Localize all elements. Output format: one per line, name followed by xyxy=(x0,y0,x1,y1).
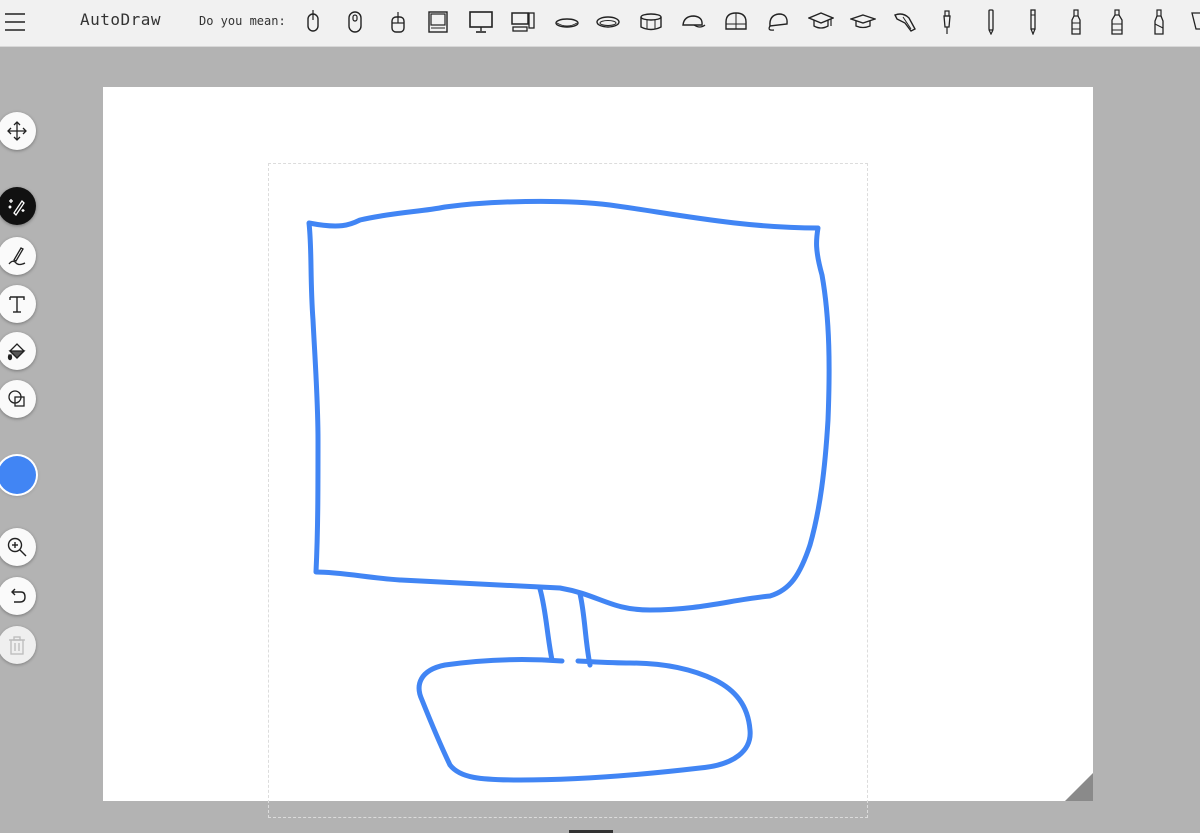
tool-undo[interactable] xyxy=(0,577,36,615)
tool-fill[interactable] xyxy=(0,332,36,370)
suggestion-bottle-icon[interactable] xyxy=(1059,6,1093,38)
zoom-in-icon xyxy=(7,537,27,557)
suggestion-computer-mouse-icon[interactable] xyxy=(296,6,330,38)
suggestion-hat-icon[interactable] xyxy=(634,6,668,38)
suggestions-label: Do you mean: xyxy=(199,14,286,28)
suggestion-pen-icon[interactable] xyxy=(974,6,1008,38)
trash-icon xyxy=(9,636,25,655)
suggestion-glass-icon[interactable] xyxy=(1184,6,1200,38)
suggestion-desktop-computer-icon[interactable] xyxy=(506,6,540,38)
text-icon xyxy=(9,296,25,313)
suggestion-baseball-cap-icon[interactable] xyxy=(719,6,753,38)
suggestion-pen-icon[interactable] xyxy=(1016,6,1050,38)
suggestion-computer-mouse-icon[interactable] xyxy=(338,6,372,38)
autodraw-icon xyxy=(8,199,25,217)
suggestion-bottle-icon[interactable] xyxy=(1142,6,1176,38)
pencil-icon xyxy=(8,247,26,266)
move-icon xyxy=(7,121,27,141)
canvas-resize-handle[interactable] xyxy=(1065,773,1093,801)
shape-icon xyxy=(8,390,25,407)
color-picker[interactable] xyxy=(0,456,36,494)
suggestion-graduation-cap-icon[interactable] xyxy=(846,6,880,38)
top-toolbar: AutoDraw Do you mean: xyxy=(0,0,1200,47)
suggestion-monitor-icon[interactable] xyxy=(464,6,498,38)
tool-type[interactable] xyxy=(0,285,36,323)
suggestion-cap-icon[interactable] xyxy=(676,6,710,38)
suggestion-laptop-icon[interactable] xyxy=(421,6,455,38)
suggestion-pen-icon[interactable] xyxy=(930,6,964,38)
fill-bucket-icon xyxy=(7,343,26,361)
selection-bounding-box xyxy=(268,163,868,818)
suggestion-hat-icon[interactable] xyxy=(550,6,584,38)
tool-shape[interactable] xyxy=(0,380,36,418)
suggestion-computer-mouse-icon[interactable] xyxy=(381,6,415,38)
suggestion-bottle-icon[interactable] xyxy=(1100,6,1134,38)
tool-autodraw[interactable] xyxy=(0,187,36,225)
suggestion-graduation-cap-icon[interactable] xyxy=(804,6,838,38)
suggestion-hand-icon[interactable] xyxy=(889,6,923,38)
suggestion-hat-icon[interactable] xyxy=(591,6,625,38)
undo-icon xyxy=(11,588,26,603)
menu-icon[interactable] xyxy=(5,11,25,33)
tool-move[interactable] xyxy=(0,112,36,150)
app-title: AutoDraw xyxy=(80,10,162,29)
tool-delete[interactable] xyxy=(0,626,36,664)
tool-zoom[interactable] xyxy=(0,528,36,566)
tool-draw[interactable] xyxy=(0,237,36,275)
suggestion-cap-icon[interactable] xyxy=(761,6,795,38)
